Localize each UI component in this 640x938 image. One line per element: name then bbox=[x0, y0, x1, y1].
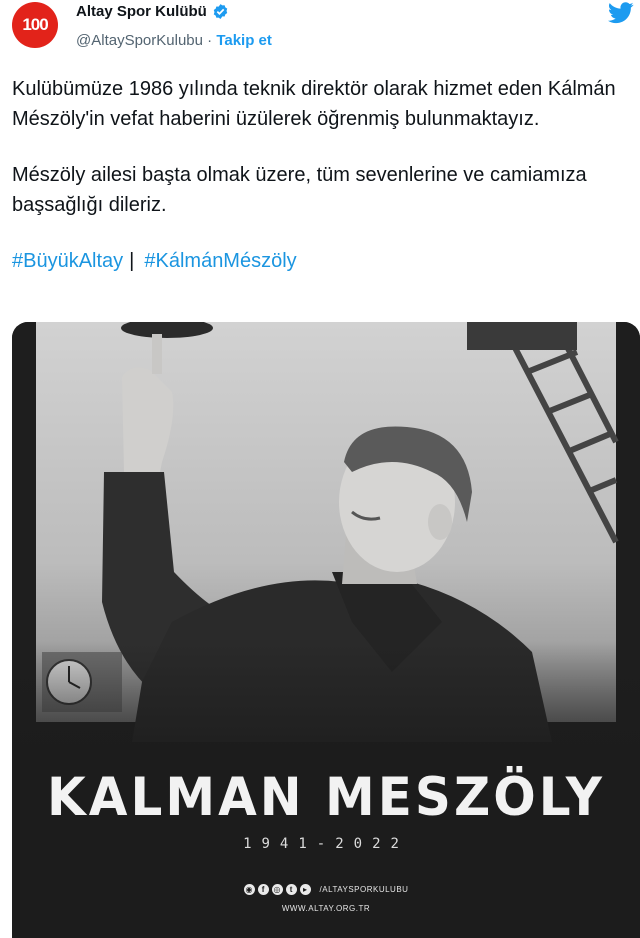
verified-badge-icon bbox=[213, 4, 228, 19]
hashtag-row: #BüyükAltay | #KálmánMészöly bbox=[12, 246, 632, 276]
poster-years: 1941-2022 bbox=[243, 836, 409, 852]
twitter-icon: t bbox=[285, 884, 297, 895]
display-name[interactable]: Altay Spor Kulübü bbox=[76, 3, 207, 20]
youtube-icon: ▸ bbox=[299, 884, 311, 895]
tweet-header: 100 Altay Spor Kulübü @AltaySporKulubu ·… bbox=[0, 0, 640, 60]
poster-title: KALMAN MESZÖLY bbox=[47, 766, 605, 828]
facebook-icon: f bbox=[257, 884, 269, 895]
name-row: Altay Spor Kulübü bbox=[76, 3, 229, 20]
avatar-text: 100 bbox=[22, 15, 48, 34]
account-handle[interactable]: @AltaySporKulubu bbox=[76, 32, 203, 49]
handle-row: @AltaySporKulubu · Takip et bbox=[76, 32, 272, 49]
globe-icon: ◉ bbox=[243, 884, 255, 895]
hashtag-buyukaltay[interactable]: #BüyükAltay bbox=[12, 250, 123, 272]
instagram-icon: ◎ bbox=[271, 884, 283, 895]
poster-social-row: ◉ f ◎ t ▸ /ALTAYSPORKULUBU bbox=[12, 884, 640, 895]
tweet-paragraph-1: Kulübümüze 1986 yılında teknik direktör … bbox=[12, 78, 616, 130]
tweet-media-image[interactable]: KALMAN MESZÖLY 1941-2022 ◉ f ◎ t ▸ /ALTA… bbox=[12, 322, 640, 938]
hashtag-kalmanmeszoly[interactable]: #KálmánMészöly bbox=[144, 250, 296, 272]
handle-separator: · bbox=[202, 32, 217, 49]
tweet-body: Kulübümüze 1986 yılında teknik direktör … bbox=[12, 74, 632, 276]
tweet-paragraph-2: Mészöly ailesi başta olmak üzere, tüm se… bbox=[12, 164, 587, 216]
hashtag-separator: | bbox=[129, 250, 135, 272]
poster-social-handle: /ALTAYSPORKULUBU bbox=[319, 885, 409, 894]
twitter-bird-icon[interactable] bbox=[608, 2, 634, 24]
account-avatar[interactable]: 100 bbox=[12, 2, 58, 48]
follow-button[interactable]: Takip et bbox=[216, 32, 272, 49]
poster-website: WWW.ALTAY.ORG.TR bbox=[281, 904, 371, 913]
